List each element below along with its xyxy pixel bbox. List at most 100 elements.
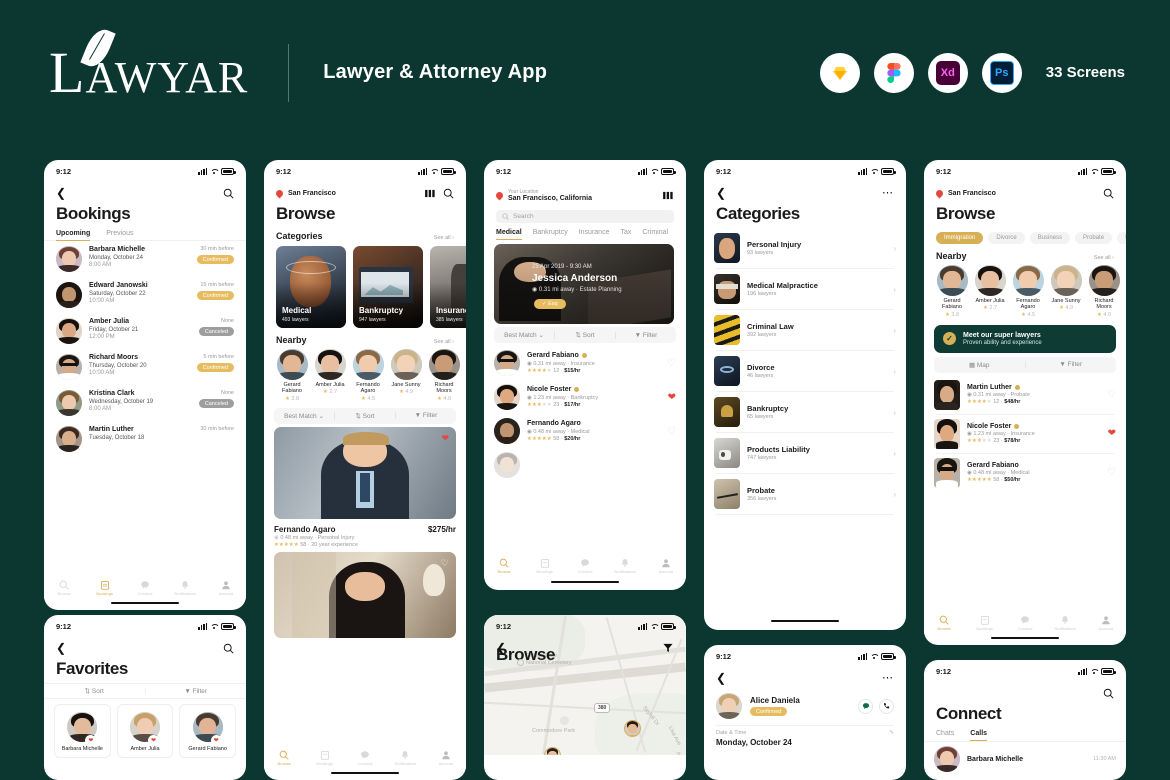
favorite-icon[interactable]: ❤ bbox=[668, 392, 676, 403]
tab-tax[interactable]: Tax bbox=[620, 229, 631, 240]
tab-criminal[interactable]: Criminal bbox=[642, 229, 668, 240]
nav-account[interactable]: Account bbox=[426, 750, 466, 766]
list-view-icon[interactable] bbox=[662, 189, 674, 201]
nav-browse[interactable]: Browse bbox=[264, 750, 304, 766]
nav-browse[interactable]: Browse bbox=[924, 615, 964, 631]
nav-notifications[interactable]: Notifications bbox=[385, 750, 425, 766]
list-item[interactable]: Gerard Fabiano ◉ 0.48 mi away · Medical … bbox=[924, 454, 1126, 492]
edit-icon[interactable]: ✎ bbox=[889, 730, 894, 736]
see-all-link[interactable]: See all › bbox=[434, 339, 454, 345]
map-view[interactable]: 9:12 ❮ Golden Gate National Cemetery Com… bbox=[484, 615, 686, 755]
list-view-icon[interactable] bbox=[424, 187, 436, 199]
chip-immigration[interactable]: Immigration bbox=[936, 232, 984, 244]
sort-button[interactable]: ⇅ Sort bbox=[334, 411, 395, 420]
list-item[interactable]: Medical Malpractice 196 lawyers › bbox=[704, 269, 906, 309]
list-item[interactable]: Nicole Foster ◉ 1.23 mi away · Bankruptc… bbox=[484, 380, 686, 414]
message-icon[interactable] bbox=[858, 698, 873, 714]
list-item[interactable]: ❤ Gerard Fabiano bbox=[179, 704, 237, 758]
chip-business[interactable]: Business bbox=[1029, 232, 1071, 244]
category-card-strip[interactable]: Medical 493 lawyers Bankruptcy 947 lawye… bbox=[264, 242, 466, 332]
list-item[interactable]: Personal Injury 93 lawyers › bbox=[704, 228, 906, 268]
search-icon[interactable] bbox=[222, 642, 234, 654]
tab-upcoming[interactable]: Upcoming bbox=[56, 230, 91, 241]
tab-calls[interactable]: Calls bbox=[970, 730, 988, 741]
list-item[interactable]: Nicole Foster ◉ 1.23 mi away · Insurance… bbox=[924, 415, 1126, 453]
list-item[interactable]: Gerard Fabiano ◉ 0.31 mi away · Insuranc… bbox=[484, 346, 686, 380]
tab-medical[interactable]: Medical bbox=[496, 229, 522, 240]
list-item[interactable]: Bankruptcy 65 lawyers › bbox=[704, 392, 906, 432]
nearby-people-strip[interactable]: Gerard Fabiano ★ 3.8 Amber Julia ★ 2.7 Fer… bbox=[264, 346, 466, 405]
list-item[interactable]: Amber Julia ★ 2.7 bbox=[314, 349, 346, 402]
list-item[interactable]: Martin Luther ◉ 0.31 mi away · Probate ★… bbox=[924, 376, 1126, 414]
category-card[interactable]: Bankruptcy 947 lawyers bbox=[353, 246, 423, 328]
list-item[interactable]: Gerard Fabiano ★ 3.8 bbox=[276, 349, 308, 402]
tab-chats[interactable]: Chats bbox=[936, 730, 954, 741]
table-row[interactable]: Kristina Clark Wednesday, October 19 8:0… bbox=[44, 385, 246, 421]
list-item[interactable] bbox=[484, 448, 686, 482]
sort-button[interactable]: ⇅ Sort bbox=[554, 331, 615, 339]
nav-browse[interactable]: Browse bbox=[44, 580, 84, 596]
promo-banner[interactable]: ✓ Meet our super lawyers Proven ability … bbox=[934, 324, 1116, 353]
nav-account[interactable]: Account bbox=[1086, 615, 1126, 631]
table-row[interactable]: Edward Janowski Saturday, October 22 10:… bbox=[44, 277, 246, 313]
favorite-icon[interactable]: ♡ bbox=[667, 426, 676, 437]
list-item[interactable]: Probate 356 lawyers › bbox=[704, 474, 906, 514]
chip-divorce[interactable]: Divorce bbox=[988, 232, 1025, 244]
nav-bookings[interactable]: Bookings bbox=[84, 580, 124, 596]
nav-bookings[interactable]: Bookings bbox=[304, 750, 344, 766]
adobe-xd-icon[interactable]: Xd bbox=[927, 52, 968, 93]
sketch-icon[interactable] bbox=[819, 52, 860, 93]
filter-button[interactable]: ▼ Filter bbox=[395, 412, 456, 420]
back-icon[interactable]: ❮ bbox=[716, 672, 726, 684]
favorite-icon[interactable]: ❤ bbox=[441, 433, 449, 444]
map-button[interactable]: ▦ Map bbox=[934, 361, 1025, 369]
hero-card[interactable]: 25 Apr 2019 - 9:30 AM Jessica Anderson ◉… bbox=[494, 244, 674, 324]
map-pin[interactable] bbox=[624, 720, 641, 737]
list-item[interactable]: Products Liability 747 lawyers › bbox=[704, 433, 906, 473]
location-label[interactable]: San Francisco bbox=[948, 190, 996, 197]
see-all-link[interactable]: See all › bbox=[434, 235, 454, 241]
tab-insurance[interactable]: Insurance bbox=[579, 229, 610, 240]
favorite-icon[interactable]: ❤ bbox=[85, 735, 97, 746]
call-icon[interactable] bbox=[879, 698, 894, 714]
tab-previous[interactable]: Previous bbox=[106, 230, 133, 241]
lawyer-card[interactable]: ♡ bbox=[274, 551, 456, 638]
list-item[interactable]: Richard Moors ★ 4.0 bbox=[1088, 265, 1120, 318]
best-match-dropdown[interactable]: Best Match ⌄ bbox=[274, 412, 334, 420]
nav-notifications[interactable]: Notifications bbox=[165, 580, 205, 596]
photoshop-icon[interactable]: Ps bbox=[981, 52, 1022, 93]
nearby-people-strip[interactable]: Gerard Fabiano ★ 3.8 Amber Julia ★ 2.7 Fer… bbox=[924, 262, 1126, 321]
more-options-icon[interactable]: ⋯ bbox=[882, 672, 894, 684]
favorite-icon[interactable]: ♡ bbox=[1107, 467, 1116, 478]
back-icon[interactable]: ❮ bbox=[56, 187, 66, 199]
category-card[interactable]: Medical 493 lawyers bbox=[276, 246, 346, 328]
nav-connect[interactable]: Connect bbox=[1005, 615, 1045, 631]
list-item[interactable]: Amber Julia ★ 2.7 bbox=[974, 265, 1006, 318]
chip-insurance[interactable]: Insurance bbox=[1117, 232, 1126, 244]
list-item[interactable]: Richard Moors ★ 4.0 bbox=[428, 349, 460, 402]
search-icon[interactable] bbox=[1102, 687, 1114, 699]
list-item[interactable]: Barbara Michelle 11:30 AM bbox=[924, 742, 1126, 776]
list-item[interactable]: Gerard Fabiano ★ 3.8 bbox=[936, 265, 968, 318]
list-item[interactable]: Fernando Agaro ★ 4.5 bbox=[1012, 265, 1044, 318]
sort-button[interactable]: ⇅ Sort bbox=[44, 687, 145, 695]
figma-icon[interactable] bbox=[873, 52, 914, 93]
search-icon[interactable] bbox=[222, 187, 234, 199]
chip-probate[interactable]: Probate bbox=[1075, 232, 1113, 244]
search-input[interactable]: Search bbox=[496, 210, 674, 223]
more-options-icon[interactable]: ⋯ bbox=[882, 187, 894, 199]
table-row[interactable]: Martin Luther Tuesday, October 18 30 min… bbox=[44, 421, 246, 457]
search-icon[interactable] bbox=[1102, 187, 1114, 199]
favorite-icon[interactable]: ❤ bbox=[1108, 428, 1116, 439]
table-row[interactable]: Richard Moors Thursday, October 20 10:00… bbox=[44, 349, 246, 385]
location-label[interactable]: San Francisco, California bbox=[508, 195, 592, 202]
list-item[interactable]: Fernando Agaro ★ 4.5 bbox=[352, 349, 384, 402]
tab-bankruptcy[interactable]: Bankruptcy bbox=[533, 229, 568, 240]
map-pin[interactable] bbox=[544, 747, 561, 755]
back-icon[interactable]: ❮ bbox=[56, 642, 66, 654]
favorite-icon[interactable]: ❤ bbox=[148, 735, 159, 746]
favorite-icon[interactable]: ❤ bbox=[210, 735, 222, 746]
featured-lawyer-card[interactable]: ❤ bbox=[274, 426, 456, 519]
list-item[interactable]: Jane Sunny ★ 4.9 bbox=[390, 349, 422, 402]
list-item[interactable]: Criminal Law 392 lawyers › bbox=[704, 310, 906, 350]
